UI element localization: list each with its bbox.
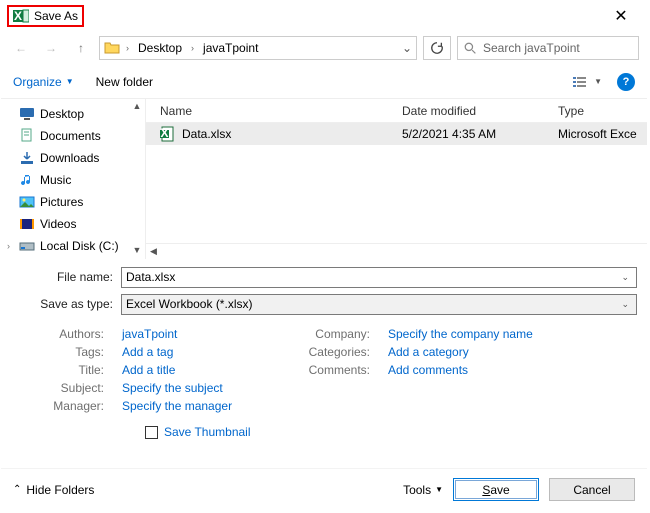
tree-item-music[interactable]: Music <box>5 169 145 191</box>
tree-item-documents[interactable]: Documents <box>5 125 145 147</box>
nav-up-button[interactable]: ↑ <box>69 36 93 60</box>
search-icon <box>464 42 477 55</box>
chevron-down-icon: ▼ <box>435 485 443 494</box>
tree-item-local-disk[interactable]: › Local Disk (C:) <box>5 235 145 257</box>
view-options-button[interactable]: ▼ <box>569 72 605 92</box>
help-button[interactable]: ? <box>617 73 635 91</box>
close-button[interactable]: ✕ <box>601 6 641 26</box>
window-title: Save As <box>34 9 78 23</box>
filename-label: File name: <box>11 270 121 284</box>
file-name: Data.xlsx <box>182 127 231 141</box>
authors-value[interactable]: javaTpoint <box>122 327 272 341</box>
comments-value[interactable]: Add comments <box>388 363 637 377</box>
authors-label: Authors: <box>59 327 104 341</box>
downloads-icon <box>19 150 35 166</box>
tags-label: Tags: <box>75 345 104 359</box>
tools-button[interactable]: Tools ▼ <box>403 483 443 497</box>
svg-text:X: X <box>160 126 168 140</box>
excel-file-icon: X <box>160 126 176 142</box>
company-value[interactable]: Specify the company name <box>388 327 637 341</box>
refresh-button[interactable] <box>423 36 451 60</box>
new-folder-button[interactable]: New folder <box>96 75 153 89</box>
title-label: Title: <box>78 363 104 377</box>
manager-label: Manager: <box>53 399 104 413</box>
file-list-header: Name Date modified Type <box>146 99 647 123</box>
desktop-icon <box>19 106 35 122</box>
save-button[interactable]: Save <box>453 478 539 501</box>
save-thumbnail-checkbox[interactable] <box>145 426 158 439</box>
nav-back-button[interactable]: ← <box>9 36 33 60</box>
svg-text:X: X <box>14 9 22 23</box>
chevron-right-icon: › <box>191 43 194 53</box>
folder-tree[interactable]: ▲ Desktop Documents Downloads Music Pict… <box>1 99 146 259</box>
save-thumbnail-label[interactable]: Save Thumbnail <box>164 425 251 439</box>
folder-icon <box>104 40 120 56</box>
manager-value[interactable]: Specify the manager <box>122 399 272 413</box>
excel-icon: X <box>13 8 29 24</box>
file-date: 5/2/2021 4:35 AM <box>402 127 558 141</box>
categories-label: Categories: <box>309 345 370 359</box>
address-bar[interactable]: › Desktop › javaTpoint ⌄ <box>99 36 417 60</box>
filename-input[interactable]: Data.xlsx ⌄ <box>121 267 637 288</box>
breadcrumb-desktop[interactable]: Desktop <box>135 41 185 55</box>
nav-forward-button[interactable]: → <box>39 36 63 60</box>
horizontal-scrollbar[interactable]: ◀ <box>146 243 647 259</box>
subject-value[interactable]: Specify the subject <box>122 381 272 395</box>
savetype-label: Save as type: <box>11 297 121 311</box>
documents-icon <box>19 128 35 144</box>
filename-dropdown-icon[interactable]: ⌄ <box>618 272 632 283</box>
column-name[interactable]: Name <box>146 104 402 118</box>
cancel-button[interactable]: Cancel <box>549 478 635 501</box>
search-placeholder: Search javaTpoint <box>483 41 580 55</box>
music-icon <box>19 172 35 188</box>
expand-icon[interactable]: › <box>7 241 10 251</box>
hide-folders-button[interactable]: ⌃ Hide Folders <box>13 483 94 497</box>
savetype-select[interactable]: Excel Workbook (*.xlsx) ⌄ <box>121 294 637 315</box>
organize-button[interactable]: Organize ▼ <box>13 75 74 89</box>
scroll-down-icon[interactable]: ▼ <box>131 245 143 257</box>
scroll-up-icon[interactable]: ▲ <box>131 101 143 113</box>
title-value[interactable]: Add a title <box>122 363 272 377</box>
company-label: Company: <box>315 327 370 341</box>
tree-item-videos[interactable]: Videos <box>5 213 145 235</box>
tags-value[interactable]: Add a tag <box>122 345 272 359</box>
search-input[interactable]: Search javaTpoint <box>457 36 639 60</box>
subject-label: Subject: <box>61 381 104 395</box>
chevron-right-icon: › <box>126 43 129 53</box>
savetype-dropdown-icon[interactable]: ⌄ <box>618 299 632 310</box>
tree-item-pictures[interactable]: Pictures <box>5 191 145 213</box>
file-type: Microsoft Exce <box>558 127 647 141</box>
tree-item-desktop[interactable]: Desktop <box>5 103 145 125</box>
chevron-up-icon: ⌃ <box>13 484 21 495</box>
pictures-icon <box>19 194 35 210</box>
file-row[interactable]: X Data.xlsx 5/2/2021 4:35 AM Microsoft E… <box>146 123 647 145</box>
categories-value[interactable]: Add a category <box>388 345 637 359</box>
drive-icon <box>19 238 35 254</box>
videos-icon <box>19 216 35 232</box>
column-type[interactable]: Type <box>558 104 647 118</box>
column-date[interactable]: Date modified <box>402 104 558 118</box>
address-dropdown-icon[interactable]: ⌄ <box>398 41 416 55</box>
breadcrumb-javatpoint[interactable]: javaTpoint <box>200 41 261 55</box>
comments-label: Comments: <box>309 363 370 377</box>
tree-item-downloads[interactable]: Downloads <box>5 147 145 169</box>
